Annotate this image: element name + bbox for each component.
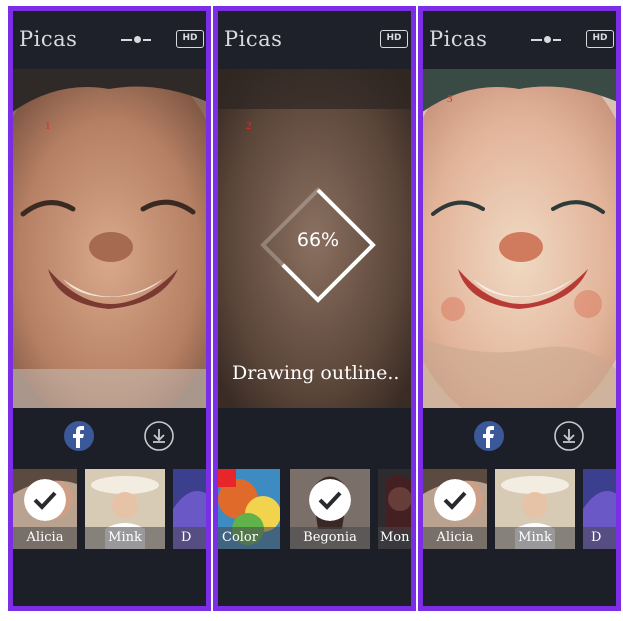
annotation-number: 1 [45, 120, 51, 132]
top-bar: Picas HD [423, 11, 616, 69]
filter-strip: Alicia Mink D [423, 469, 616, 549]
app-title: Picas [224, 27, 283, 51]
filter-label: Mink [85, 527, 165, 549]
download-icon[interactable] [553, 420, 585, 452]
filter-thumb-d[interactable]: D [173, 469, 206, 549]
facebook-icon[interactable] [473, 420, 505, 452]
progress-percent: 66% [296, 229, 340, 251]
hd-icon[interactable]: HD [380, 30, 408, 48]
check-icon [434, 479, 476, 521]
screen-1: Picas HD 1 Alicia Mink D [8, 6, 211, 611]
slider-icon[interactable] [121, 33, 151, 47]
status-message: Drawing outline.. [232, 362, 400, 384]
hd-icon[interactable]: HD [586, 30, 614, 48]
facebook-icon[interactable] [63, 420, 95, 452]
filter-thumb-mink[interactable]: Mink [495, 469, 575, 549]
filter-strip: Alicia Mink D [13, 469, 206, 549]
filter-label: Alicia [13, 527, 77, 549]
filter-thumb-alicia[interactable]: Alicia [13, 469, 77, 549]
bottom-area [218, 549, 411, 606]
filter-label: Color [218, 527, 280, 549]
share-row [13, 408, 206, 468]
filter-thumb-mink[interactable]: Mink [85, 469, 165, 549]
filter-label: D [173, 527, 206, 549]
download-icon[interactable] [143, 420, 175, 452]
slider-icon[interactable] [531, 33, 561, 47]
share-row [218, 408, 411, 468]
app-title: Picas [429, 27, 488, 51]
filter-thumb-d[interactable]: D [583, 469, 616, 549]
filter-label: Mink [495, 527, 575, 549]
filter-thumb-color[interactable]: Color [218, 469, 280, 549]
filter-strip: Color Begonia Mon [218, 469, 411, 549]
filter-label: Begonia [290, 527, 370, 549]
screen-3: Picas HD 3 Alicia Mink D [418, 6, 621, 611]
filter-thumb-begonia[interactable]: Begonia [290, 469, 370, 549]
share-row [423, 408, 616, 468]
screen-2: Picas HD 2 66% Drawing outline.. Color B… [213, 6, 416, 611]
filter-label: Mon [378, 527, 411, 549]
photo-painted [423, 69, 616, 408]
check-icon [24, 479, 66, 521]
filter-label: Alicia [423, 527, 487, 549]
filter-thumb-alicia[interactable]: Alicia [423, 469, 487, 549]
filter-label: D [583, 527, 616, 549]
app-title: Picas [19, 27, 78, 51]
photo-original [13, 69, 206, 408]
annotation-number: 3 [447, 93, 453, 105]
hd-icon[interactable]: HD [176, 30, 204, 48]
bottom-area [423, 549, 616, 606]
check-icon [309, 479, 351, 521]
new-badge [218, 469, 236, 487]
loading-overlay: 66% Drawing outline.. [218, 69, 411, 408]
bottom-area [13, 549, 206, 606]
top-bar: Picas HD [218, 11, 411, 69]
filter-thumb-mon[interactable]: Mon [378, 469, 411, 549]
top-bar: Picas HD [13, 11, 206, 69]
